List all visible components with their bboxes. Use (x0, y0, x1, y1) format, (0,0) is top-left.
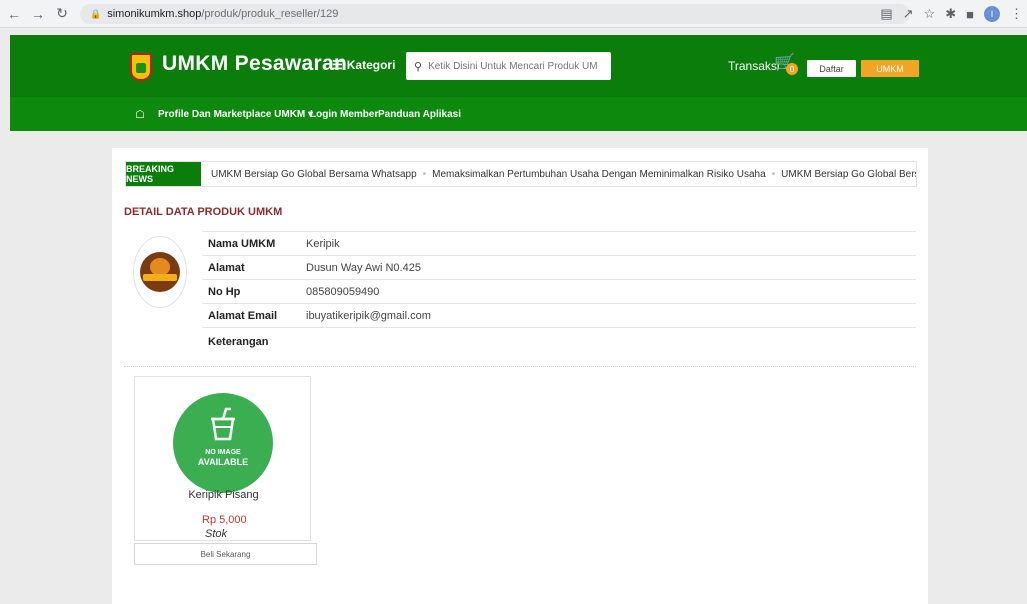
info-row-nama: Nama UMKM Keripik (202, 231, 916, 255)
extensions-icon[interactable]: ✱ (945, 6, 956, 22)
info-row-nohp: No Hp 085809059490 (202, 279, 916, 303)
header-top-bar: UMKM Pesawaran ☰ Kategori ⚲ Transaksi 🛒 … (10, 35, 1027, 97)
content-panel: BREAKING NEWS UMKM Bersiap Go Global Ber… (112, 148, 928, 604)
search-icon[interactable]: ⚲ (414, 60, 422, 73)
home-icon[interactable]: ☖ (135, 108, 145, 121)
site-header: UMKM Pesawaran ☰ Kategori ⚲ Transaksi 🛒 … (10, 35, 1027, 131)
cup-icon (211, 407, 235, 441)
cart-count-badge: 0 (786, 63, 798, 75)
no-image-text: NO IMAGE (205, 449, 241, 456)
product-price: Rp 5,000 (202, 514, 247, 526)
nav-item-profile-marketplace[interactable]: Profile Dan Marketplace UMKM ▾ (158, 109, 313, 120)
main-nav: ☖ Profile Dan Marketplace UMKM ▾ Login M… (10, 97, 1027, 131)
cart-button[interactable]: 🛒 0 (774, 53, 798, 77)
product-stok: Stok (205, 528, 228, 540)
info-value: ibuyatikeripik@gmail.com (306, 309, 431, 322)
breaking-news-label: BREAKING NEWS (126, 162, 201, 186)
breaking-news-bar: BREAKING NEWS UMKM Bersiap Go Global Ber… (125, 161, 917, 187)
news-ticker: UMKM Bersiap Go Global Bersama Whatsapp … (201, 168, 916, 180)
menu-kebab-icon[interactable]: ⋮ (1010, 6, 1023, 22)
profile-avatar[interactable]: I (984, 6, 1000, 22)
info-row-alamat: Alamat Dusun Way Awi N0.425 (202, 255, 916, 279)
product-name[interactable]: Keripik Pisang (135, 489, 312, 501)
brand-title[interactable]: UMKM Pesawaran (162, 52, 347, 76)
info-label: No Hp (208, 285, 241, 298)
info-label: Alamat (208, 261, 245, 274)
bookmark-star-icon[interactable]: ☆ (924, 6, 936, 22)
browser-extensions: ▤ ↗ ☆ ✱ ■ I ⋮ (880, 4, 1023, 24)
divider (124, 366, 916, 367)
forward-icon[interactable]: → (28, 4, 48, 24)
nav-item-panduan-aplikasi[interactable]: Panduan Aplikasi (378, 109, 461, 120)
info-value: 085809059490 (306, 285, 380, 298)
info-row-email: Alamat Email ibuyatikeripik@gmail.com (202, 303, 916, 327)
umkm-avatar (133, 236, 187, 308)
kategori-menu[interactable]: ☰ Kategori (332, 58, 395, 72)
info-value: Keripik (306, 237, 340, 250)
url-host: simonikumkm.shop (107, 8, 202, 20)
ticker-separator: • (422, 168, 427, 180)
reload-icon[interactable]: ↻ (52, 4, 72, 24)
info-label: Alamat Email (208, 309, 278, 322)
browser-toolbar: ← → ↻ 🔒 simonikumkm.shop/produk/produk_r… (0, 0, 1027, 28)
lock-icon: 🔒 (90, 8, 102, 19)
search-box: ⚲ (406, 52, 611, 80)
nav-item-login-member[interactable]: Login Member (310, 109, 378, 120)
news-item[interactable]: UMKM Bersiap Go Global Bersama Whatsapp (781, 169, 916, 180)
no-image-placeholder: NO IMAGE AVAILABLE (173, 393, 273, 493)
url-path: /produk/produk_reseller/129 (201, 8, 339, 20)
section-title: DETAIL DATA PRODUK UMKM (124, 206, 283, 218)
keripik-logo-icon (140, 252, 180, 292)
daftar-button[interactable]: Daftar (807, 60, 856, 77)
search-input[interactable] (428, 60, 599, 72)
umkm-button[interactable]: UMKM (861, 60, 919, 77)
info-label: Nama UMKM (208, 237, 276, 250)
kategori-label: Kategori (346, 58, 396, 72)
pesawaran-logo-icon[interactable] (130, 53, 152, 81)
list-icon: ☰ (332, 58, 343, 72)
umkm-info-table: Nama UMKM Keripik Alamat Dusun Way Awi N… (202, 231, 916, 355)
translate-icon[interactable]: ▤ (880, 6, 892, 22)
transaksi-link[interactable]: Transaksi (728, 59, 780, 73)
info-label: Keterangan (208, 335, 269, 348)
address-bar[interactable]: 🔒 simonikumkm.shop/produk/produk_reselle… (80, 4, 910, 24)
back-icon[interactable]: ← (4, 4, 24, 24)
buy-now-button[interactable]: Beli Sekarang (134, 543, 317, 565)
info-row-keterangan: Keterangan (202, 327, 916, 355)
news-item[interactable]: UMKM Bersiap Go Global Bersama Whatsapp (211, 169, 417, 180)
info-value: Dusun Way Awi N0.425 (306, 261, 421, 274)
sidepanel-icon[interactable]: ■ (966, 7, 974, 22)
ticker-separator: • (771, 168, 776, 180)
news-item[interactable]: Memaksimalkan Pertumbuhan Usaha Dengan M… (432, 169, 765, 180)
share-icon[interactable]: ↗ (903, 6, 914, 22)
available-text: AVAILABLE (197, 457, 249, 467)
